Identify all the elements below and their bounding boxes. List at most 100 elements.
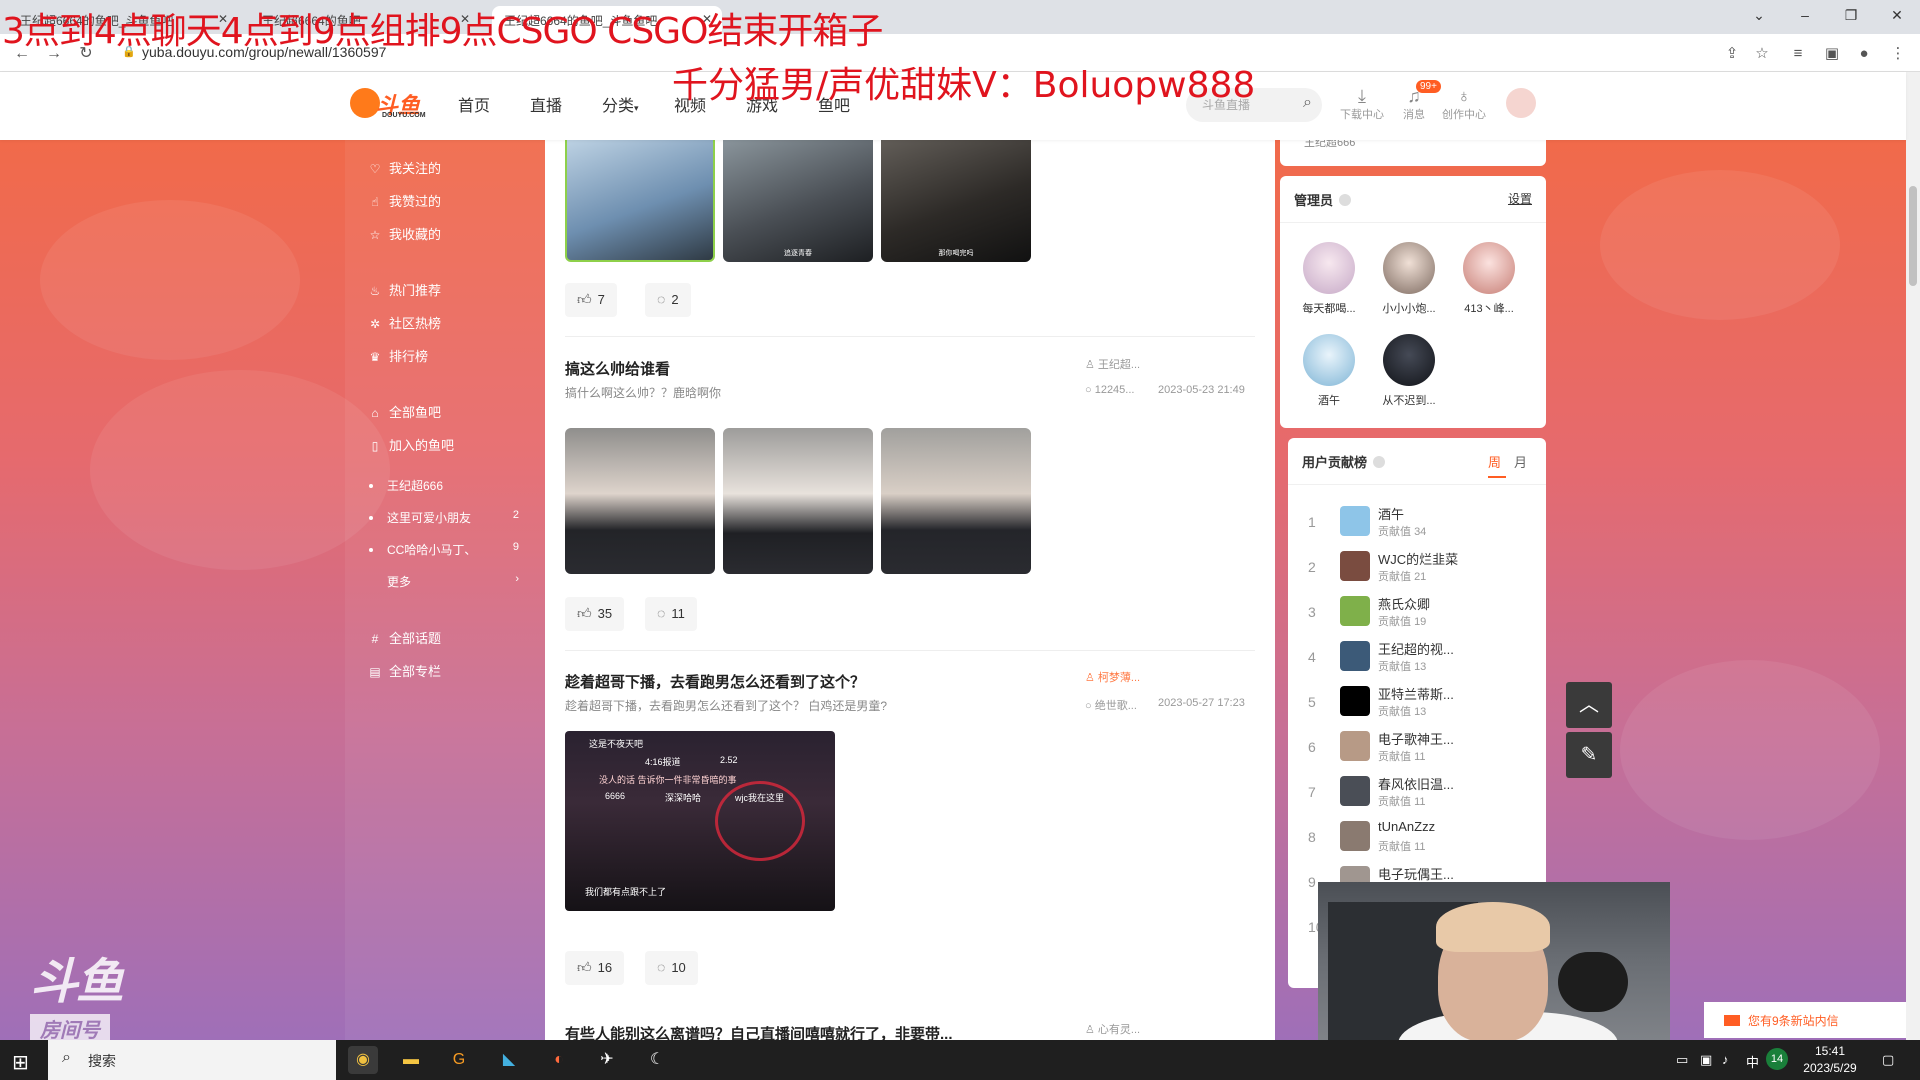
- admin-member[interactable]: 小小小炮...: [1374, 242, 1444, 316]
- sidebar-joined-group[interactable]: CC哈哈小马丁、 9: [369, 541, 519, 558]
- file-explorer-icon[interactable]: ▬: [396, 1046, 426, 1074]
- share-icon[interactable]: ⇪: [1720, 42, 1744, 66]
- comment-icon: ◌: [657, 959, 666, 975]
- app-g-icon[interactable]: G: [444, 1046, 474, 1074]
- post-image[interactable]: [565, 428, 715, 574]
- user-icon: ♙: [1085, 359, 1098, 371]
- thumbs-up-icon: 👍︎: [577, 605, 592, 621]
- minimize-button[interactable]: –: [1782, 0, 1828, 30]
- avatar: [1383, 334, 1435, 386]
- bookmark-star-icon[interactable]: ☆: [1750, 42, 1774, 66]
- post-image[interactable]: [723, 428, 873, 574]
- post-title[interactable]: 搞这么帅给谁看: [565, 358, 670, 379]
- post-excerpt: 趁着超哥下播，去看跑男怎么还看到了这个？ 白鸡还是男童?: [565, 699, 888, 713]
- reading-list-icon[interactable]: ≡: [1786, 42, 1810, 66]
- sidebar-joined-group[interactable]: 这里可爱小朋友 2: [369, 509, 519, 526]
- tab-month[interactable]: 月: [1514, 452, 1527, 471]
- notification-center-icon[interactable]: ▢: [1882, 1052, 1894, 1068]
- comment-button[interactable]: ◌ 11: [645, 597, 697, 631]
- help-icon[interactable]: [1373, 456, 1386, 468]
- compose-button[interactable]: ✎: [1566, 732, 1612, 778]
- avatar: [1340, 551, 1370, 581]
- heart-icon: ♡: [369, 162, 381, 176]
- profile-icon[interactable]: ●: [1852, 42, 1876, 66]
- sidebar-item-topics[interactable]: # 全部话题: [367, 628, 441, 647]
- help-icon[interactable]: [1339, 194, 1352, 206]
- app-blue-icon[interactable]: ◣: [494, 1046, 524, 1074]
- tray-ime[interactable]: 中: [1746, 1052, 1759, 1071]
- sidebar-item-liked[interactable]: ☝ 我赞过的: [367, 191, 441, 210]
- admin-member[interactable]: 413丶峰...: [1454, 242, 1524, 316]
- admin-member[interactable]: 从不迟到...: [1374, 334, 1444, 408]
- sidebar-joined-group[interactable]: 王纪超666: [369, 477, 519, 494]
- chrome-icon[interactable]: ◉: [348, 1046, 378, 1074]
- like-button[interactable]: 👍︎ 7: [565, 283, 617, 317]
- sidebar-item-following[interactable]: ♡ 我关注的: [367, 158, 441, 177]
- admin-settings-link[interactable]: 设置: [1508, 190, 1532, 207]
- fire-icon: ✲: [369, 317, 381, 331]
- star-icon: ☆: [369, 228, 381, 242]
- like-button[interactable]: 👍︎ 35: [565, 597, 625, 631]
- app-feather-icon[interactable]: ✈: [592, 1046, 622, 1074]
- ranking-row[interactable]: 8 tUnAnZzz 贡献值 11: [1302, 817, 1522, 857]
- nav-live[interactable]: 直播: [530, 92, 562, 116]
- ranking-row[interactable]: 1 酒午 贡献值 34: [1302, 502, 1522, 542]
- comment-button[interactable]: ◌ 2: [645, 283, 691, 317]
- post-author[interactable]: ♙ 柯梦薄...: [1085, 669, 1140, 685]
- tray-volume-icon[interactable]: ♪: [1722, 1052, 1729, 1067]
- menu-icon[interactable]: ⋮: [1886, 42, 1910, 66]
- comment-button[interactable]: ◌ 10: [645, 951, 698, 985]
- post-author[interactable]: ♙ 心有灵...: [1085, 1021, 1140, 1037]
- ranking-row[interactable]: 3 燕氏众卿 贡献值 19: [1302, 592, 1522, 632]
- inbox-notice[interactable]: 您有9条新站内信: [1704, 1002, 1906, 1038]
- douyu-app-icon[interactable]: ◐: [544, 1046, 574, 1074]
- sidebar-more[interactable]: 更多 ›: [369, 573, 519, 590]
- douyu-logo[interactable]: 斗鱼 DOUYU.COM: [350, 86, 430, 120]
- page-scrollbar[interactable]: [1906, 72, 1920, 1040]
- creator-center[interactable]: ♁ 创作中心: [1440, 86, 1488, 122]
- post-title[interactable]: 趁着超哥下播，去看跑男怎么还看到了这个？: [565, 671, 865, 692]
- ranking-row[interactable]: 4 王纪超的视... 贡献值 13: [1302, 637, 1522, 677]
- sidebar-item-favorites[interactable]: ☆ 我收藏的: [367, 224, 441, 243]
- post-image[interactable]: [881, 428, 1031, 574]
- back-to-top-button[interactable]: ︿: [1566, 682, 1612, 728]
- admin-member[interactable]: 酒午: [1294, 334, 1364, 408]
- user-icon: ♙: [1085, 672, 1098, 684]
- nav-home[interactable]: 首页: [458, 92, 490, 116]
- user-avatar[interactable]: [1506, 88, 1536, 118]
- sidebar-item-joined-groups[interactable]: ▯ 加入的鱼吧: [367, 435, 454, 454]
- sidebar-item-hot[interactable]: ♨ 热门推荐: [367, 280, 441, 299]
- taskbar-search[interactable]: ⌕ 搜索: [48, 1040, 336, 1080]
- avatar: [1463, 242, 1515, 294]
- sidebar-item-all-groups[interactable]: ⌂ 全部鱼吧: [367, 402, 441, 421]
- tab-week[interactable]: 周: [1488, 452, 1501, 471]
- app-arc-icon[interactable]: ☾: [642, 1046, 672, 1074]
- message-count-badge: 99+: [1416, 80, 1441, 93]
- chevron-up-icon: ︿: [1579, 694, 1599, 716]
- ranking-row[interactable]: 6 电子歌神王... 贡献值 11: [1302, 727, 1522, 767]
- sidebar-item-ranking[interactable]: ♛ 排行榜: [367, 346, 428, 365]
- search-icon[interactable]: ⌕: [1303, 94, 1312, 112]
- trophy-icon: ♛: [369, 350, 381, 364]
- tray-monitor-icon[interactable]: ▣: [1700, 1052, 1712, 1068]
- sidebar-item-columns[interactable]: ▤ 全部专栏: [367, 661, 441, 680]
- ranking-row[interactable]: 5 亚特兰蒂斯... 贡献值 13: [1302, 682, 1522, 722]
- taskbar-clock[interactable]: 15:41 2023/5/29: [1770, 1043, 1890, 1077]
- post-image-live[interactable]: 这是不夜天吧 4:16报道 2.52 6666 深深哈哈 wjc我在这里 没人的…: [565, 731, 835, 911]
- post-author[interactable]: ♙ 王纪超...: [1085, 356, 1140, 372]
- admin-member[interactable]: 每天都喝...: [1294, 242, 1364, 316]
- like-button[interactable]: 👍︎ 16: [565, 951, 625, 985]
- side-panel-icon[interactable]: ▣: [1820, 42, 1844, 66]
- ranking-row[interactable]: 7 春风依旧温... 贡献值 11: [1302, 772, 1522, 812]
- nav-category[interactable]: 分类▾: [602, 92, 639, 116]
- post-time: 2023-05-27 17:23: [1158, 697, 1245, 709]
- sidebar-item-trending[interactable]: ✲ 社区热榜: [367, 313, 441, 332]
- download-center[interactable]: ⤓ 下载中心: [1338, 86, 1386, 122]
- tab-search-icon[interactable]: ⌄: [1736, 0, 1782, 30]
- scrollbar-thumb[interactable]: [1909, 186, 1917, 286]
- ranking-row[interactable]: 2 WJC的烂韭菜 贡献值 21: [1302, 547, 1522, 587]
- restore-button[interactable]: ❐: [1828, 0, 1874, 30]
- tray-network-icon[interactable]: ▭: [1676, 1052, 1688, 1068]
- window-close-button[interactable]: ✕: [1874, 0, 1920, 30]
- windows-start-icon[interactable]: ⊞: [12, 1050, 29, 1075]
